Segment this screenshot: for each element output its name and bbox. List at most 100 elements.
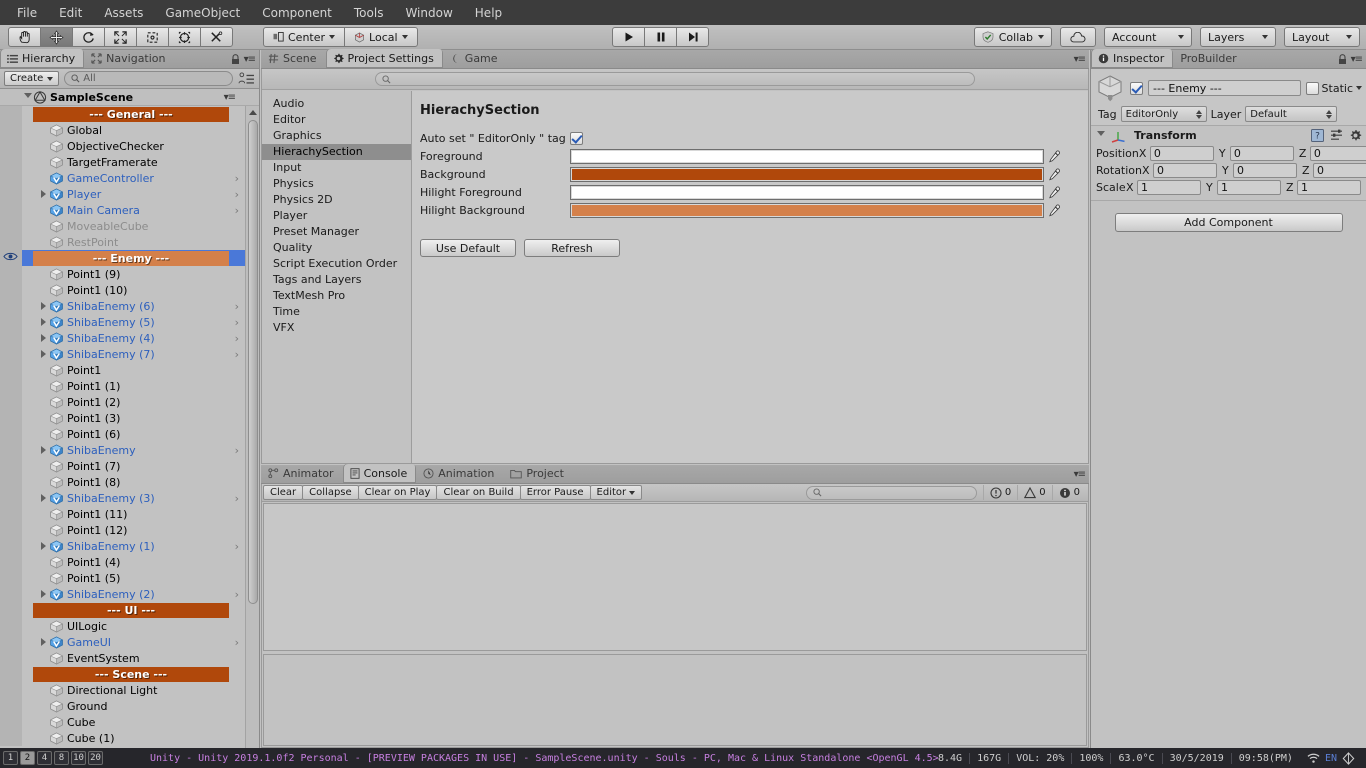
create-button[interactable]: Create bbox=[4, 71, 60, 86]
sort-icon[interactable] bbox=[238, 71, 255, 86]
workspace-button-2[interactable]: 2 bbox=[20, 751, 35, 765]
tab-animation[interactable]: Animation bbox=[416, 464, 503, 483]
move-tool-button[interactable] bbox=[40, 27, 73, 47]
account-button[interactable]: Account bbox=[1104, 27, 1192, 47]
workspace-button-8[interactable]: 8 bbox=[54, 751, 69, 765]
info-counter[interactable]: 0 bbox=[1051, 485, 1086, 500]
tab-animator[interactable]: Animator bbox=[261, 464, 343, 483]
eyedropper-icon[interactable] bbox=[1044, 168, 1064, 181]
hierarchy-item[interactable]: ShibaEnemy (3) › bbox=[0, 490, 259, 506]
expand-arrow[interactable] bbox=[38, 442, 49, 458]
menu-item-help[interactable]: Help bbox=[464, 3, 513, 23]
transform-position-x-field[interactable]: 0 bbox=[1149, 146, 1214, 161]
hierarchy-item[interactable]: MoveableCube bbox=[0, 218, 259, 234]
tab-probuilder[interactable]: ProBuilder bbox=[1173, 49, 1245, 68]
prefab-open-chevron[interactable]: › bbox=[235, 188, 239, 201]
prefab-open-chevron[interactable]: › bbox=[235, 332, 239, 345]
options-menu-icon[interactable]: ▾≡ bbox=[1351, 54, 1363, 65]
hierarchy-item[interactable]: Global bbox=[0, 122, 259, 138]
expand-arrow[interactable] bbox=[38, 586, 49, 602]
settings-category-physics[interactable]: Physics bbox=[262, 176, 411, 192]
prefab-open-chevron[interactable]: › bbox=[235, 636, 239, 649]
tab-game[interactable]: Game bbox=[443, 49, 507, 68]
hierarchy-search-input[interactable]: All bbox=[64, 71, 233, 86]
play-button[interactable] bbox=[612, 27, 645, 47]
workspace-button-4[interactable]: 4 bbox=[37, 751, 52, 765]
expand-arrow[interactable] bbox=[38, 634, 49, 650]
preset-icon[interactable] bbox=[1330, 129, 1343, 142]
gameobject-enabled-checkbox[interactable] bbox=[1130, 81, 1143, 95]
expand-arrow[interactable] bbox=[38, 314, 49, 330]
hand-tool-button[interactable] bbox=[8, 27, 41, 47]
tab-project[interactable]: Project bbox=[503, 464, 573, 483]
refresh-button[interactable]: Refresh bbox=[524, 239, 620, 257]
console-log-list[interactable] bbox=[263, 503, 1087, 651]
menu-item-window[interactable]: Window bbox=[394, 3, 463, 23]
custom-tool-button[interactable] bbox=[200, 27, 233, 47]
hierarchy-scene-root[interactable]: SampleScene ▾≡ bbox=[0, 89, 259, 106]
hierarchy-item[interactable]: UILogic bbox=[0, 618, 259, 634]
hierarchy-item[interactable]: Point1 (2) bbox=[0, 394, 259, 410]
auto-set-tag-checkbox[interactable] bbox=[570, 131, 583, 145]
prefab-open-chevron[interactable]: › bbox=[235, 588, 239, 601]
settings-category-input[interactable]: Input bbox=[262, 160, 411, 176]
prefab-open-chevron[interactable]: › bbox=[235, 540, 239, 553]
workspace-button-20[interactable]: 20 bbox=[88, 751, 103, 765]
tab-project-settings[interactable]: Project Settings bbox=[325, 49, 443, 68]
hierarchy-item[interactable]: Directional Light bbox=[0, 682, 259, 698]
hierarchy-item[interactable]: Point1 (1) bbox=[0, 378, 259, 394]
eyedropper-icon[interactable] bbox=[1044, 150, 1064, 163]
warning-counter[interactable]: 0 bbox=[1017, 485, 1051, 500]
hierarchy-item[interactable]: Point1 (5) bbox=[0, 570, 259, 586]
gameobject-name-field[interactable]: --- Enemy --- bbox=[1148, 80, 1301, 96]
hierarchy-item[interactable]: Point1 bbox=[0, 362, 259, 378]
chevron-down-icon[interactable] bbox=[1356, 86, 1362, 90]
settings-search-input[interactable] bbox=[375, 72, 975, 86]
hierarchy-item[interactable]: Point1 (12) bbox=[0, 522, 259, 538]
clear-button[interactable]: Clear bbox=[263, 485, 304, 500]
cloud-button[interactable] bbox=[1060, 27, 1096, 47]
hierarchy-item[interactable]: ShibaEnemy (6) › bbox=[0, 298, 259, 314]
transform-tool-button[interactable] bbox=[168, 27, 201, 47]
prefab-open-chevron[interactable]: › bbox=[235, 172, 239, 185]
hierarchy-item[interactable]: Ground bbox=[0, 698, 259, 714]
menu-item-gameobject[interactable]: GameObject bbox=[154, 3, 251, 23]
layout-button[interactable]: Layout bbox=[1284, 27, 1360, 47]
settings-category-quality[interactable]: Quality bbox=[262, 240, 411, 256]
transform-scale-x-field[interactable]: 1 bbox=[1137, 180, 1201, 195]
hierarchy-section-header[interactable]: --- UI --- bbox=[0, 602, 259, 618]
scale-tool-button[interactable] bbox=[104, 27, 137, 47]
options-menu-icon[interactable]: ▾≡ bbox=[1074, 54, 1086, 65]
hierarchy-item[interactable]: Cube (1) bbox=[0, 730, 259, 746]
scene-expand-arrow[interactable] bbox=[22, 89, 33, 105]
static-checkbox[interactable] bbox=[1305, 81, 1319, 95]
menu-item-component[interactable]: Component bbox=[251, 3, 343, 23]
hierarchy-item[interactable]: Cube bbox=[0, 714, 259, 730]
hierarchy-item[interactable]: EventSystem bbox=[0, 650, 259, 666]
hierarchy-item[interactable]: GameController › bbox=[0, 170, 259, 186]
help-icon[interactable]: ? bbox=[1311, 129, 1324, 142]
tab-scene[interactable]: Scene bbox=[261, 49, 326, 68]
hierarchy-item[interactable]: Point1 (10) bbox=[0, 282, 259, 298]
hierarchy-item[interactable]: Point1 (9) bbox=[0, 266, 259, 282]
expand-arrow[interactable] bbox=[38, 298, 49, 314]
scene-options-icon[interactable]: ▾≡ bbox=[224, 92, 236, 103]
use-default-button[interactable]: Use Default bbox=[420, 239, 516, 257]
expand-arrow[interactable] bbox=[38, 346, 49, 362]
eyedropper-icon[interactable] bbox=[1044, 186, 1064, 199]
hierarchy-section-header[interactable]: --- Scene --- bbox=[0, 666, 259, 682]
hierarchy-section-header[interactable]: --- Enemy --- bbox=[0, 250, 259, 266]
hierarchy-item[interactable]: Point1 (6) bbox=[0, 426, 259, 442]
hierarchy-item[interactable]: Point1 (11) bbox=[0, 506, 259, 522]
settings-category-player[interactable]: Player bbox=[262, 208, 411, 224]
settings-category-preset-manager[interactable]: Preset Manager bbox=[262, 224, 411, 240]
scroll-up-arrow[interactable] bbox=[249, 110, 257, 115]
settings-category-hierachysection[interactable]: HierachySection bbox=[262, 144, 411, 160]
hierarchy-scrollbar[interactable] bbox=[245, 106, 259, 762]
gear-icon[interactable] bbox=[1349, 129, 1362, 142]
prefab-open-chevron[interactable]: › bbox=[235, 316, 239, 329]
transform-scale-y-field[interactable]: 1 bbox=[1217, 180, 1281, 195]
workspace-button-10[interactable]: 10 bbox=[71, 751, 86, 765]
eyedropper-icon[interactable] bbox=[1044, 204, 1064, 217]
prefab-open-chevron[interactable]: › bbox=[235, 300, 239, 313]
